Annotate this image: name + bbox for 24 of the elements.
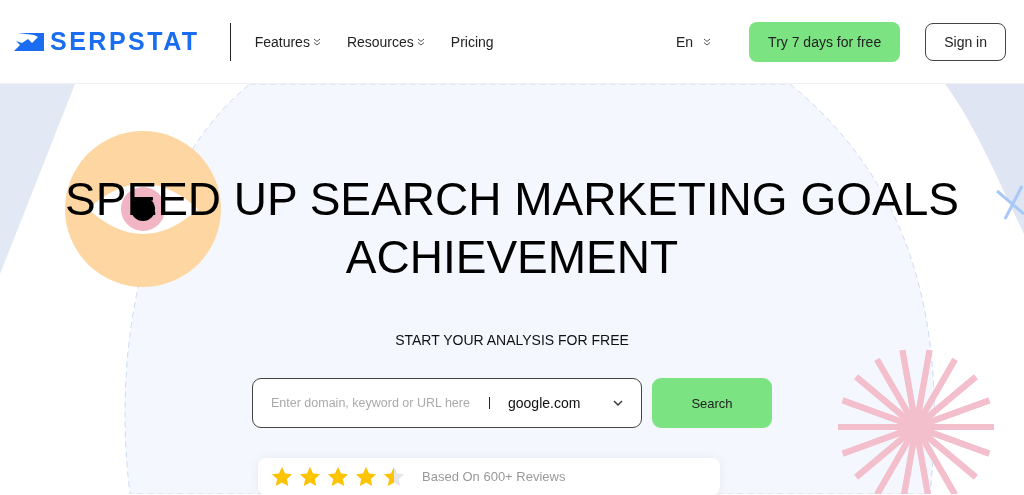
star-icon [328,467,348,486]
search-button[interactable]: Search [652,378,772,428]
cross-icon [995,184,1024,221]
star-icon [272,467,292,486]
search-field[interactable]: Enter domain, keyword or URL here google.com [252,378,642,428]
star-icon [356,467,376,486]
logo-icon [14,30,44,53]
chevron-icon [416,37,425,46]
logo-text: SERPSTAT [50,27,200,56]
trial-button[interactable]: Try 7 days for free [749,21,901,62]
reviews-text: Based On 600+ Reviews [422,469,566,484]
nav-link[interactable]: Resources [346,33,425,50]
star-icon [300,467,320,486]
hero-title: ACHIEVEMENT [345,230,679,285]
chevron-icon [703,37,712,46]
subtitle: START YOUR ANALYSIS FOR FREE [395,332,629,348]
chevron-icon [613,400,623,406]
engine-select[interactable]: google.com [508,395,623,411]
sign-in-button[interactable]: Sign in [925,22,1006,61]
chevron-icon [312,37,321,46]
nav-link[interactable]: Features [254,33,321,50]
language-selector[interactable]: En [676,33,712,50]
nav-link[interactable]: Pricing [450,33,494,50]
star-icon [384,467,404,486]
